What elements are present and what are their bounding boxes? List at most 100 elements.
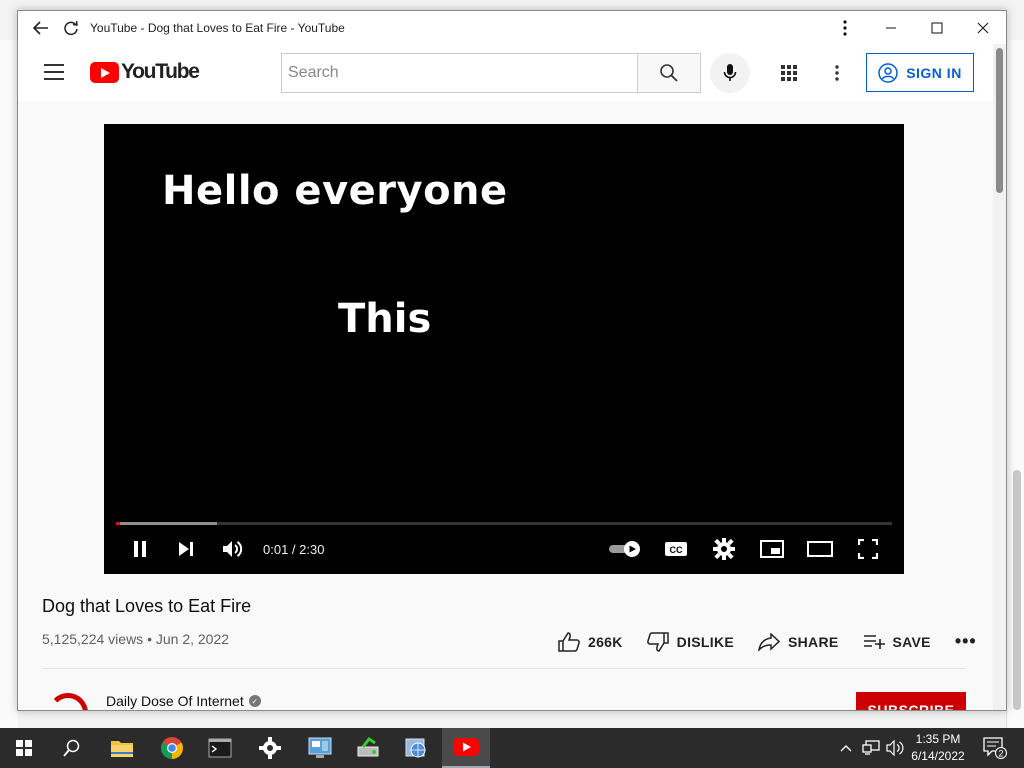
background-window-right-edge [1006, 40, 1024, 728]
youtube-icon [453, 738, 479, 756]
autoplay-toggle-icon [609, 541, 640, 557]
more-vertical-icon [835, 65, 839, 81]
voice-search-button[interactable] [710, 53, 750, 93]
thumbs-up-icon [558, 631, 580, 652]
volume-button[interactable] [884, 728, 906, 768]
minimize-button[interactable] [868, 11, 914, 44]
taskbar: 1:35 PM 6/14/2022 2 [0, 728, 1024, 768]
chrome-button[interactable] [148, 728, 196, 768]
next-button[interactable] [174, 536, 198, 562]
sign-in-button[interactable]: SIGN IN [866, 53, 974, 92]
apps-button[interactable] [774, 58, 804, 88]
notification-count: 2 [998, 749, 1003, 759]
autoplay-toggle[interactable] [607, 536, 643, 562]
disk-utility-icon [357, 737, 379, 757]
video-actions: 266K DISLIKE SHARE SAVE ••• [558, 631, 977, 652]
youtube-taskbar-button[interactable] [442, 728, 490, 768]
taskbar-search-button[interactable] [48, 728, 96, 768]
folder-icon [111, 741, 133, 757]
youtube-play-icon [90, 61, 119, 83]
subscribe-button[interactable]: SUBSCRIBE [856, 692, 966, 710]
terminal-button[interactable] [196, 728, 244, 768]
action-center-button[interactable]: 2 [980, 728, 1010, 768]
settings-menu-button[interactable] [822, 58, 852, 88]
control-panel-button[interactable] [296, 728, 344, 768]
clock-time: 1:35 PM [915, 732, 961, 746]
sign-in-label: SIGN IN [906, 64, 962, 81]
settings-button[interactable] [710, 536, 738, 562]
theater-mode-button[interactable] [806, 536, 834, 562]
video-caption-line: This [338, 296, 432, 342]
video-title: Dog that Loves to Eat Fire [42, 596, 252, 616]
more-vertical-icon [843, 19, 847, 36]
dislike-button[interactable]: DISLIKE [646, 631, 734, 652]
search-button[interactable] [637, 53, 701, 93]
windows-logo-icon [16, 740, 32, 756]
youtube-app-window: YouTube - Dog that Loves to Eat Fire - Y… [17, 10, 1007, 711]
view-count-and-date: 5,125,224 views • Jun 2, 2022 [42, 631, 230, 647]
youtube-masthead: YouTube SIGN IN [18, 44, 993, 101]
fullscreen-button[interactable] [854, 536, 882, 562]
svg-text:CC: CC [670, 545, 683, 555]
reload-button[interactable] [56, 11, 86, 44]
network-globe-icon [405, 738, 426, 758]
maximize-button[interactable] [914, 11, 960, 44]
scrollbar-thumb[interactable] [996, 48, 1003, 193]
search-box [281, 53, 638, 93]
clock[interactable]: 1:35 PM 6/14/2022 [905, 731, 971, 765]
channel-avatar[interactable] [48, 693, 88, 710]
youtube-logo[interactable]: YouTube [90, 60, 200, 84]
page-scrollbar[interactable] [993, 44, 1006, 710]
close-icon [977, 22, 989, 33]
settings-app-button[interactable] [246, 728, 294, 768]
mute-button[interactable] [220, 536, 246, 562]
channel-name: Daily Dose Of Internet [106, 693, 244, 709]
show-hidden-icons-button[interactable] [836, 728, 856, 768]
miniplayer-button[interactable] [758, 536, 786, 562]
search-icon [63, 739, 80, 757]
reload-icon [64, 20, 78, 35]
control-panel-icon [308, 737, 332, 758]
hamburger-icon [44, 64, 64, 66]
pause-button[interactable] [128, 536, 152, 562]
window-title: YouTube - Dog that Loves to Eat Fire - Y… [90, 20, 345, 35]
start-button[interactable] [0, 728, 48, 768]
progress-played [116, 522, 120, 525]
progress-loaded [116, 522, 217, 525]
network-app-button[interactable] [392, 728, 440, 768]
miniplayer-icon [760, 540, 784, 558]
thumbs-down-icon [646, 631, 669, 652]
search-input[interactable] [282, 54, 637, 92]
title-bar: YouTube - Dog that Loves to Eat Fire - Y… [18, 11, 1006, 44]
guide-menu-button[interactable] [44, 64, 64, 85]
back-button[interactable] [26, 11, 56, 44]
disk-utility-button[interactable] [344, 728, 392, 768]
maximize-icon [931, 22, 943, 33]
video-player[interactable]: Hello everyone This 0:01 / 2:30 CC [104, 124, 904, 574]
like-button[interactable]: 266K [558, 631, 623, 652]
more-actions-button[interactable]: ••• [955, 631, 977, 652]
share-icon [758, 632, 780, 651]
divider [42, 668, 966, 669]
closed-captions-icon: CC [665, 542, 687, 556]
background-scrollbar-thumb [1013, 470, 1021, 710]
gear-icon [259, 737, 281, 759]
like-count: 266K [588, 633, 623, 650]
window-menu-button[interactable] [822, 11, 868, 44]
save-button[interactable]: SAVE [863, 634, 931, 650]
fullscreen-icon [858, 539, 878, 559]
dislike-label: DISLIKE [676, 633, 734, 650]
terminal-icon [208, 738, 232, 758]
playlist-add-icon [863, 634, 885, 649]
user-circle-icon [878, 62, 898, 83]
close-button[interactable] [960, 11, 1006, 44]
channel-name-row[interactable]: Daily Dose Of Internet ✓ [106, 693, 261, 709]
share-button[interactable]: SHARE [758, 632, 839, 651]
subtitles-button[interactable]: CC [662, 536, 690, 562]
time-display: 0:01 / 2:30 [263, 542, 325, 557]
progress-bar[interactable] [116, 522, 892, 525]
network-icon [862, 740, 880, 755]
file-explorer-button[interactable] [98, 728, 146, 768]
network-status-button[interactable] [860, 728, 882, 768]
hamburger-line [44, 71, 64, 73]
